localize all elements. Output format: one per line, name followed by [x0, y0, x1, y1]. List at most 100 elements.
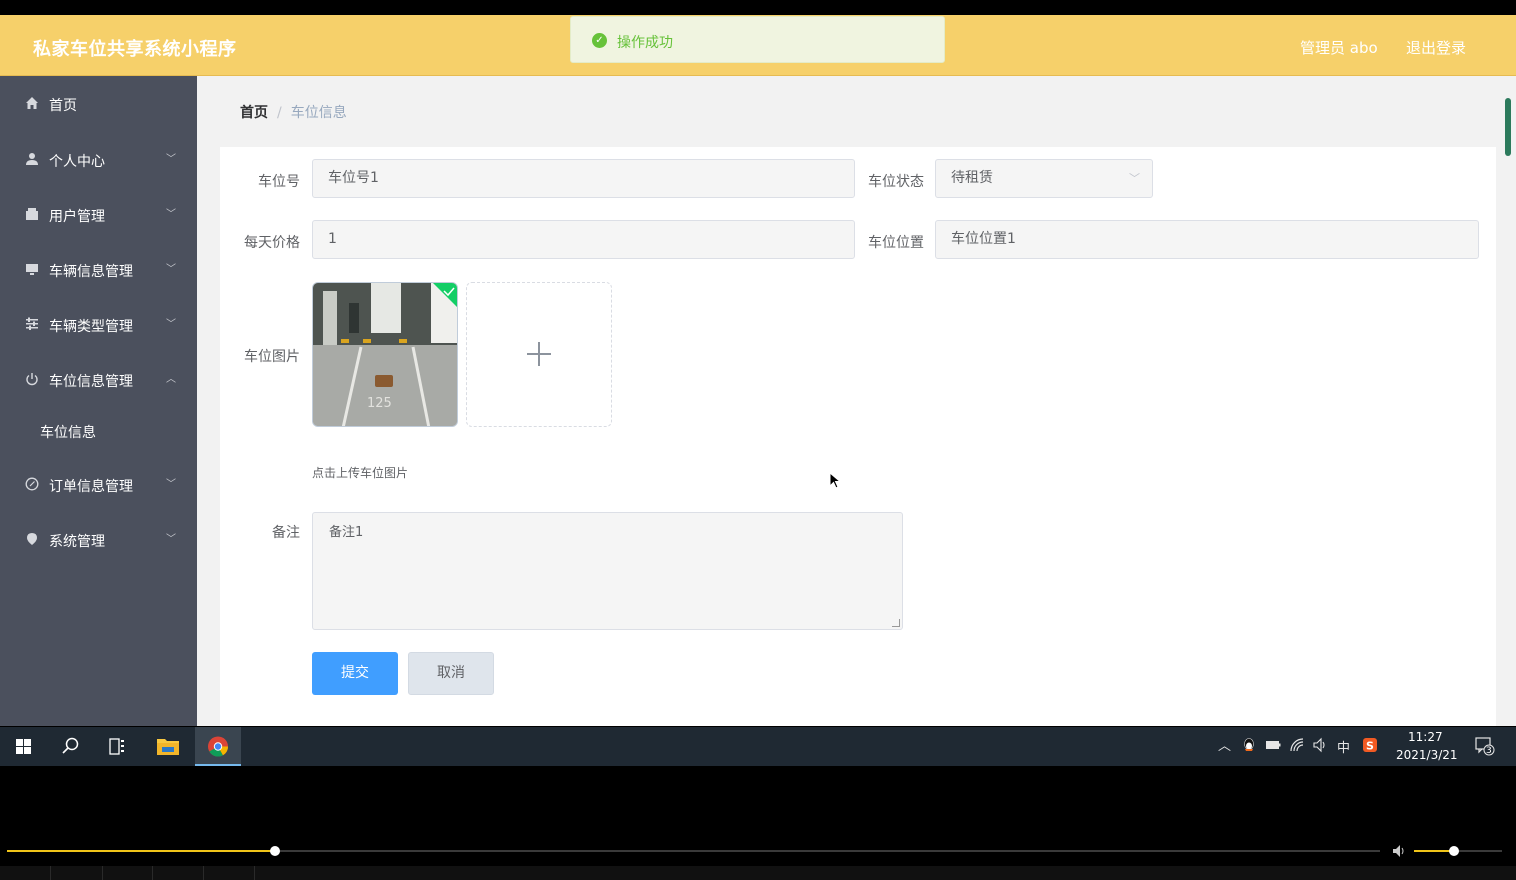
ime-indicator[interactable]: 中 — [1337, 737, 1350, 756]
sidebar-subitem-label: 车位信息 — [40, 425, 96, 441]
player-divider — [102, 866, 103, 880]
plus-icon — [527, 342, 551, 366]
status-label: 车位状态 — [868, 174, 924, 190]
clock-time[interactable]: 11:27 — [1408, 730, 1443, 744]
breadcrumb-current: 车位信息 — [290, 105, 347, 121]
chevron-down-icon: ﹀ — [166, 479, 176, 490]
chevron-up-icon: ︿ — [166, 374, 176, 385]
sidebar-subitem-spot-info[interactable]: 车位信息 — [0, 411, 197, 451]
file-explorer-button[interactable] — [145, 727, 191, 766]
sidebar-item-system[interactable]: 系统管理 ﹀ — [0, 520, 197, 560]
sidebar-item-orders[interactable]: 订单信息管理 ﹀ — [0, 465, 197, 505]
chevron-down-icon: ﹀ — [166, 154, 176, 165]
start-button[interactable] — [0, 727, 46, 766]
toast-message: 操作成功 — [617, 35, 673, 51]
svg-text:S: S — [1366, 740, 1374, 753]
home-icon — [24, 96, 40, 112]
sliders-icon — [24, 317, 40, 333]
sidebar-item-users[interactable]: 用户管理 ﹀ — [0, 195, 197, 235]
volume-icon[interactable] — [1312, 737, 1328, 757]
app-header: 私家车位共享系统小程序 管理员 abo 退出登录 ✓ 操作成功 — [0, 15, 1516, 76]
search-button[interactable] — [47, 727, 93, 766]
search-icon — [62, 737, 79, 754]
browser-page: 私家车位共享系统小程序 管理员 abo 退出登录 ✓ 操作成功 首页 个人中心 — [0, 15, 1516, 726]
sidebar-item-label: 系统管理 — [49, 534, 105, 550]
location-icon — [24, 532, 40, 548]
image-label: 车位图片 — [244, 349, 300, 365]
player-divider — [152, 866, 153, 880]
sogou-icon[interactable]: S — [1362, 737, 1378, 757]
location-input[interactable]: 车位位置1 — [935, 220, 1479, 259]
player-divider — [254, 866, 255, 880]
success-toast: ✓ 操作成功 — [570, 16, 945, 63]
sidebar-item-vehicle-info[interactable]: 车辆信息管理 ﹀ — [0, 250, 197, 290]
svg-text:125: 125 — [367, 396, 392, 411]
sidebar-item-spot-info[interactable]: 车位信息管理 ︿ — [0, 360, 197, 400]
remark-textarea[interactable]: 备注1 — [312, 512, 903, 630]
sidebar-item-home[interactable]: 首页 — [0, 84, 197, 124]
seek-bar-handle[interactable] — [269, 846, 280, 856]
monitor-icon — [24, 262, 40, 278]
battery-icon[interactable] — [1265, 737, 1281, 757]
seek-bar-progress — [7, 850, 275, 852]
seek-bar[interactable] — [7, 846, 1380, 856]
upload-tip: 点击上传车位图片 — [312, 466, 409, 480]
admin-name: 管理员 abo — [1300, 39, 1378, 57]
chevron-down-icon: ﹀ — [166, 209, 176, 220]
volume-slider-fill — [1414, 850, 1454, 852]
player-bottom-strip — [0, 866, 1516, 880]
sidebar-item-vehicle-type[interactable]: 车辆类型管理 ﹀ — [0, 305, 197, 345]
top-black-bar — [0, 0, 1516, 15]
folder-icon — [157, 739, 179, 755]
task-view-button[interactable] — [94, 727, 140, 766]
chrome-icon — [208, 736, 229, 757]
form-card: 车位号 车位号1 车位状态 待租赁 ﹀ 每天价格 1 车位位置 车位位置1 车位… — [220, 147, 1496, 726]
volume-slider[interactable] — [1414, 846, 1502, 856]
check-circle-icon: ✓ — [592, 33, 607, 48]
windows-icon — [16, 739, 31, 754]
sidebar-item-label: 车辆信息管理 — [49, 264, 133, 280]
upload-button[interactable] — [466, 282, 612, 427]
chrome-button[interactable] — [195, 727, 241, 766]
page-scrollbar[interactable] — [1502, 76, 1516, 726]
uploaded-image[interactable]: 125 — [312, 282, 458, 427]
sidebar: 首页 个人中心 ﹀ 用户管理 ﹀ 车辆信息管理 ﹀ 车辆类型管理 ﹀ 车位信息管… — [0, 76, 197, 726]
location-label: 车位位置 — [868, 235, 924, 251]
sidebar-item-label: 车辆类型管理 — [49, 319, 133, 335]
player-divider — [50, 866, 51, 880]
wifi-icon[interactable] — [1289, 737, 1305, 757]
sidebar-item-label: 车位信息管理 — [49, 374, 133, 390]
power-icon — [24, 372, 40, 388]
remark-text: 备注1 — [329, 525, 364, 540]
spot-no-label: 车位号 — [258, 174, 300, 190]
chevron-up-icon[interactable]: ︿ — [1218, 735, 1231, 754]
remark-label: 备注 — [272, 525, 300, 541]
compass-icon — [24, 477, 40, 493]
submit-button[interactable]: 提交 — [312, 652, 398, 695]
speaker-icon[interactable] — [1392, 844, 1408, 862]
volume-slider-handle[interactable] — [1448, 846, 1459, 856]
notification-count: 3 — [1486, 746, 1492, 756]
price-input[interactable]: 1 — [312, 220, 855, 259]
mouse-cursor-icon — [829, 472, 841, 489]
status-select-value: 待租赁 — [951, 170, 993, 186]
scrollbar-thumb[interactable] — [1505, 98, 1511, 156]
sidebar-item-label: 首页 — [49, 98, 77, 114]
spot-no-input[interactable]: 车位号1 — [312, 159, 855, 198]
notification-icon[interactable] — [1474, 735, 1496, 761]
clock-date[interactable]: 2021/3/21 — [1396, 748, 1458, 762]
breadcrumb: 首页 / 车位信息 — [240, 102, 347, 122]
breadcrumb-home[interactable]: 首页 — [240, 105, 268, 121]
resize-handle[interactable] — [892, 619, 900, 627]
chevron-down-icon: ﹀ — [166, 264, 176, 275]
sidebar-item-label: 订单信息管理 — [49, 479, 133, 495]
sidebar-item-profile[interactable]: 个人中心 ﹀ — [0, 140, 197, 180]
qq-icon[interactable] — [1242, 737, 1256, 757]
breadcrumb-separator: / — [277, 105, 282, 121]
status-select[interactable]: 待租赁 ﹀ — [935, 159, 1153, 198]
video-player-bar — [0, 766, 1516, 880]
cancel-button[interactable]: 取消 — [408, 652, 494, 695]
chevron-down-icon: ﹀ — [1129, 172, 1140, 185]
logout-link[interactable]: 退出登录 — [1406, 37, 1466, 58]
app-title: 私家车位共享系统小程序 — [33, 39, 237, 60]
